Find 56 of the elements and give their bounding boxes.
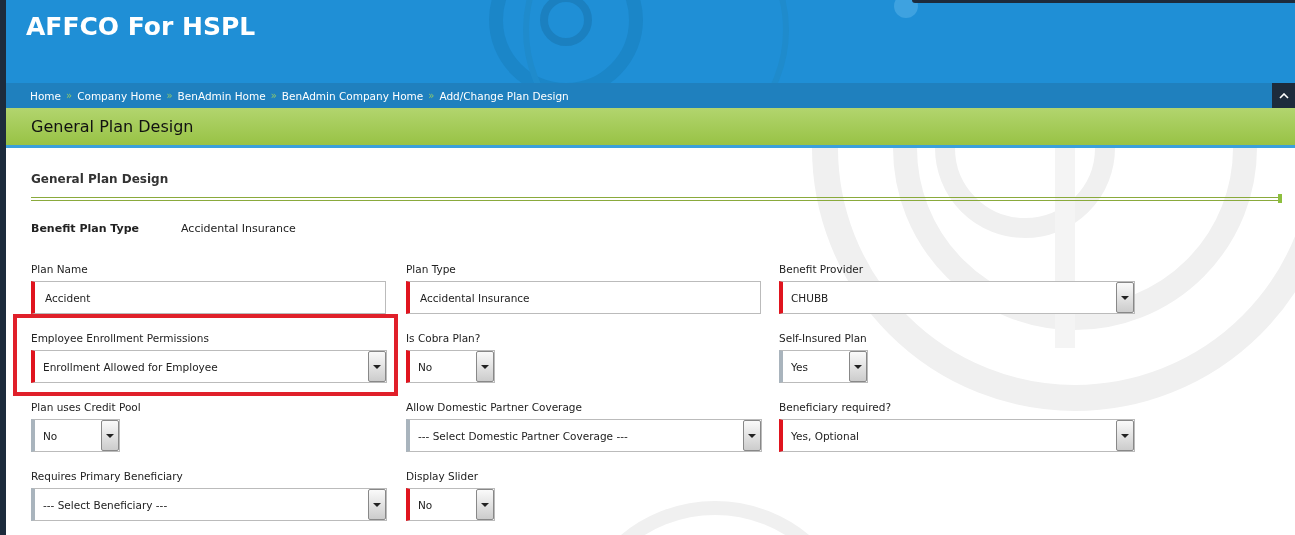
field-label: Is Cobra Plan?: [406, 332, 481, 344]
field-label: Display Slider: [406, 470, 478, 482]
dropdown-button[interactable]: [849, 351, 867, 382]
breadcrumb-link[interactable]: Home: [30, 89, 61, 102]
field-label: Plan Name: [31, 263, 88, 275]
caret-down-icon: [481, 502, 489, 507]
breadcrumb-separator: »: [66, 90, 73, 101]
field-label: Benefit Provider: [779, 263, 864, 275]
breadcrumb-separator: »: [428, 90, 435, 101]
dropdown[interactable]: No: [406, 488, 495, 521]
caret-down-icon: [106, 433, 114, 438]
dropdown[interactable]: Yes: [779, 350, 868, 383]
text-field[interactable]: Accident: [31, 281, 386, 314]
field-label: Plan Type: [406, 263, 456, 275]
dropdown-button[interactable]: [101, 420, 119, 451]
dropdown[interactable]: --- Select Domestic Partner Coverage ---: [406, 419, 762, 452]
dropdown-button[interactable]: [368, 351, 386, 382]
breadcrumb-link[interactable]: Add/Change Plan Design: [439, 89, 569, 102]
field-label: Self-Insured Plan: [779, 332, 867, 344]
field-label: Requires Primary Beneficiary: [31, 470, 183, 482]
caret-down-icon: [1121, 433, 1129, 438]
collapse-button[interactable]: [1272, 83, 1295, 108]
dropdown-button[interactable]: [368, 489, 386, 520]
dropdown[interactable]: No: [406, 350, 495, 383]
breadcrumb-separator: »: [270, 90, 277, 101]
caret-down-icon: [854, 364, 862, 369]
section-title: General Plan Design: [31, 172, 170, 186]
breadcrumb-link[interactable]: BenAdmin Home: [177, 89, 266, 102]
caret-up-icon: [1278, 92, 1289, 99]
field-label: Employee Enrollment Permissions: [31, 332, 209, 344]
breadcrumb-link[interactable]: BenAdmin Company Home: [281, 89, 424, 102]
field-label: Allow Domestic Partner Coverage: [406, 401, 582, 413]
caret-down-icon: [1121, 295, 1129, 300]
dropdown[interactable]: Yes, Optional: [779, 419, 1135, 452]
app-title: AFFCO For HSPL: [25, 11, 257, 41]
dropdown[interactable]: --- Select Beneficiary ---: [31, 488, 387, 521]
dropdown[interactable]: No: [31, 419, 120, 452]
text-field[interactable]: Accidental Insurance: [406, 281, 761, 314]
caret-down-icon: [373, 502, 381, 507]
dropdown-button[interactable]: [1116, 282, 1134, 313]
field-label: Beneficiary required?: [779, 401, 891, 413]
caret-down-icon: [373, 364, 381, 369]
field-label: Plan uses Credit Pool: [31, 401, 141, 413]
field-value: Accidental Insurance: [181, 222, 296, 235]
dropdown-button[interactable]: [743, 420, 761, 451]
caret-down-icon: [481, 364, 489, 369]
breadcrumb-separator: »: [166, 90, 173, 101]
dropdown-button[interactable]: [476, 489, 494, 520]
dropdown-button[interactable]: [1116, 420, 1134, 451]
field-label: Benefit Plan Type: [31, 222, 140, 235]
dropdown[interactable]: Enrollment Allowed for Employee: [31, 350, 387, 383]
dropdown[interactable]: CHUBB: [779, 281, 1135, 314]
breadcrumb-link[interactable]: Company Home: [77, 89, 162, 102]
caret-down-icon: [748, 433, 756, 438]
page-title: General Plan Design: [31, 117, 194, 136]
dropdown-button[interactable]: [476, 351, 494, 382]
